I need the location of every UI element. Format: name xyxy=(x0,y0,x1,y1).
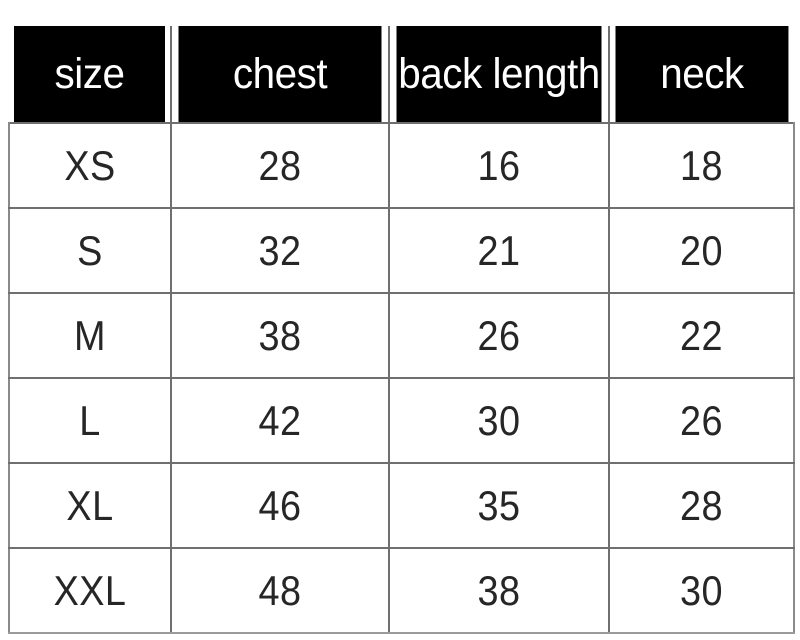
header-row: size chest back length neck xyxy=(9,26,794,123)
cell-back-length: 16 xyxy=(399,122,599,209)
cell-chest: 42 xyxy=(180,377,379,464)
cell-back-length: 35 xyxy=(399,462,599,549)
cell-neck: 26 xyxy=(617,377,786,464)
cell-chest: 48 xyxy=(180,547,379,634)
cell-neck: 30 xyxy=(617,547,786,634)
size-chart-page: size chest back length neck XS 28 16 18 … xyxy=(0,0,800,640)
cell-chest: 32 xyxy=(180,207,379,294)
column-header-back-length: back length xyxy=(395,26,604,123)
cell-neck: 18 xyxy=(617,122,786,209)
table-header: size chest back length neck xyxy=(9,26,794,123)
column-header-chest: chest xyxy=(177,26,384,123)
cell-back-length: 26 xyxy=(399,292,599,379)
table-row: XL 46 35 28 xyxy=(9,462,794,549)
table-row: XS 28 16 18 xyxy=(9,122,794,209)
cell-neck: 22 xyxy=(617,292,786,379)
cell-size: XXL xyxy=(16,547,164,634)
cell-back-length: 30 xyxy=(399,377,599,464)
table-row: L 42 30 26 xyxy=(9,377,794,464)
table-body: XS 28 16 18 S 32 21 20 M 38 26 22 L 42 3… xyxy=(9,122,794,634)
table-row: M 38 26 22 xyxy=(9,292,794,379)
cell-back-length: 38 xyxy=(399,547,599,634)
cell-size: XL xyxy=(16,462,164,549)
cell-chest: 28 xyxy=(180,122,379,209)
cell-neck: 28 xyxy=(617,462,786,549)
cell-size: L xyxy=(16,377,164,464)
cell-back-length: 21 xyxy=(399,207,599,294)
cell-size: XS xyxy=(16,122,164,209)
column-header-size: size xyxy=(13,26,168,123)
size-chart-table: size chest back length neck XS 28 16 18 … xyxy=(8,26,795,634)
table-row: XXL 48 38 30 xyxy=(9,547,794,634)
cell-neck: 20 xyxy=(617,207,786,294)
column-header-neck: neck xyxy=(614,26,789,123)
table-row: S 32 21 20 xyxy=(9,207,794,294)
cell-chest: 46 xyxy=(180,462,379,549)
cell-size: M xyxy=(16,292,164,379)
cell-size: S xyxy=(16,207,164,294)
cell-chest: 38 xyxy=(180,292,379,379)
